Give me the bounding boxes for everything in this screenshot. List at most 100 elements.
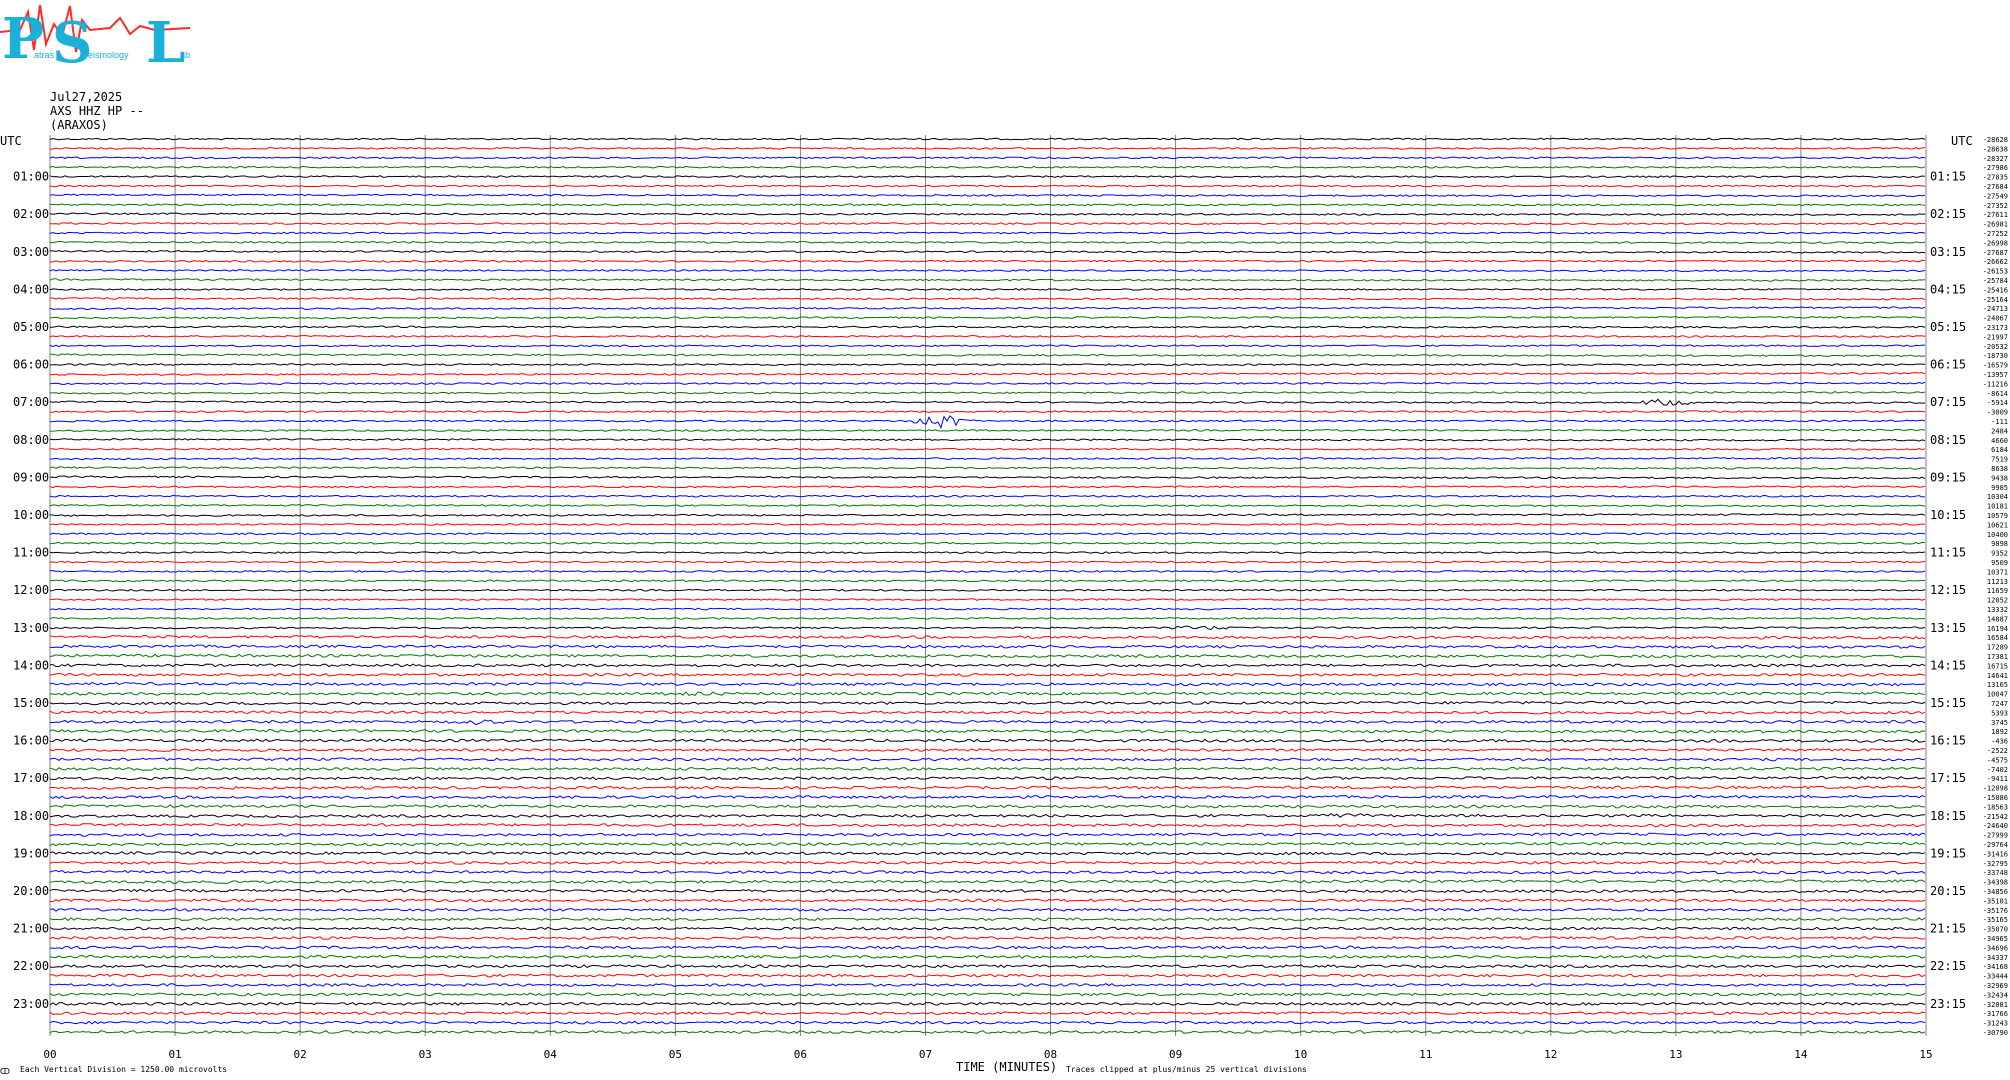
trace-row-11 [50, 240, 1926, 244]
row-offset-label: -27999 [1983, 832, 2008, 840]
right-hour-label: 09:15 [1930, 470, 1966, 484]
row-offset-label: -9411 [1987, 775, 2008, 783]
footer-mark: ↀ [0, 1067, 10, 1076]
left-hour-label: 03:00 [13, 245, 49, 259]
trace-row-66 [49, 757, 1926, 762]
row-offset-label: -24713 [1983, 305, 2008, 313]
row-offset-label: -29764 [1983, 841, 2008, 849]
left-hour-label: 20:00 [13, 884, 49, 898]
trace-row-89 [49, 973, 1926, 978]
trace-row-14 [49, 269, 1926, 273]
trace-row-72 [49, 812, 1926, 818]
row-offset-label: 1892 [1991, 728, 2008, 736]
row-offset-label: -436 [1991, 738, 2008, 746]
row-offset-label: -31766 [1983, 1010, 2008, 1018]
row-offset-label: -27549 [1983, 192, 2008, 200]
right-hour-label: 23:15 [1930, 997, 1966, 1011]
logo-word-1: atras [34, 50, 55, 60]
row-offset-label: -27611 [1983, 211, 2008, 219]
row-offset-label: 10621 [1987, 521, 2008, 529]
x-tick-label: 00 [43, 1048, 56, 1061]
right-hour-label: 21:15 [1930, 922, 1966, 936]
trace-row-29 [49, 410, 1926, 413]
row-offset-label: -23173 [1983, 324, 2008, 332]
row-offset-label: -33748 [1983, 869, 2008, 877]
row-offset-label: -28327 [1983, 155, 2008, 163]
x-tick-label: 05 [669, 1048, 682, 1061]
left-hour-label: 04:00 [13, 282, 49, 296]
trace-row-71 [49, 804, 1926, 809]
trace-row-16 [49, 287, 1926, 291]
row-offset-label: 16194 [1987, 625, 2008, 633]
trace-row-55 [49, 653, 1926, 659]
row-offset-label: -32434 [1983, 991, 2008, 999]
row-offset-label: 6184 [1991, 446, 2008, 454]
row-offset-label: -25416 [1983, 286, 2008, 294]
trace-row-35 [49, 466, 1926, 470]
trace-row-26 [49, 381, 1926, 385]
trace-row-93 [49, 1011, 1926, 1016]
row-offset-label: 5393 [1991, 709, 2008, 717]
trace-row-20 [49, 325, 1926, 329]
trace-row-47 [49, 579, 1926, 583]
trace-row-27 [49, 391, 1926, 395]
header-station: AXS HHZ HP -- [50, 104, 144, 118]
trace-row-45 [49, 560, 1926, 564]
row-offset-label: -24640 [1983, 822, 2008, 830]
left-hour-label: 16:00 [13, 734, 49, 748]
trace-row-61 [49, 710, 1926, 715]
row-offset-label: -30790 [1983, 1029, 2008, 1037]
row-offset-label: -4575 [1987, 756, 2008, 764]
trace-row-22 [49, 344, 1926, 348]
trace-row-94 [49, 1020, 1926, 1025]
left-axis-title: UTC [0, 134, 22, 148]
row-offset-label: -34856 [1983, 888, 2008, 896]
right-hour-label: 22:15 [1930, 959, 1966, 973]
trace-row-54 [49, 644, 1926, 649]
left-hour-label: 09:00 [13, 470, 49, 484]
left-hour-label: 12:00 [13, 583, 49, 597]
row-offset-label: -27835 [1983, 174, 2008, 182]
x-tick-label: 15 [1919, 1048, 1932, 1061]
row-offset-label: -31416 [1983, 850, 2008, 858]
row-offset-label: 2484 [1991, 427, 2008, 435]
row-offset-label: -34168 [1983, 963, 2008, 971]
row-offset-label: -34398 [1983, 879, 2008, 887]
trace-row-58 [49, 681, 1926, 687]
trace-row-32 [49, 437, 1926, 442]
logo-letter-p: P [2, 6, 44, 72]
left-hour-label: 06:00 [13, 358, 49, 372]
trace-row-2 [49, 156, 1926, 160]
trace-row-25 [49, 372, 1926, 376]
row-offset-label: -13957 [1983, 371, 2008, 379]
seismic-traces [49, 137, 1926, 1034]
logo-word-2: eismology [88, 50, 129, 60]
left-hour-label: 11:00 [13, 546, 49, 560]
row-offset-label: -32969 [1983, 982, 2008, 990]
trace-row-74 [49, 832, 1926, 837]
right-hour-label: 06:15 [1930, 358, 1966, 372]
row-offset-label: 14641 [1987, 672, 2008, 680]
trace-row-75 [49, 841, 1926, 847]
left-hour-label: 07:00 [13, 395, 49, 409]
left-hour-label: 14:00 [13, 658, 49, 672]
trace-row-62 [49, 719, 1926, 726]
left-hour-labels: 01:00 02:00 03:00 04:00 05:00 06:00 07:00 08:00… [13, 170, 49, 1011]
trace-row-60 [49, 700, 1926, 706]
trace-row-85 [49, 936, 1926, 940]
row-offset-label: 7519 [1991, 456, 2008, 464]
trace-row-50 [49, 607, 1926, 611]
trace-row-21 [49, 334, 1926, 338]
clip-note: Traces clipped at plus/minus 25 vertical… [1066, 1065, 1307, 1074]
trace-row-19 [49, 315, 1926, 320]
x-tick-label: 03 [419, 1048, 432, 1061]
row-offset-label: -26662 [1983, 258, 2008, 266]
trace-row-30 [49, 415, 1926, 429]
x-tick-label: 01 [168, 1048, 181, 1061]
trace-row-69 [49, 785, 1926, 790]
row-offset-label: -24067 [1983, 315, 2008, 323]
row-offset-label: -35165 [1983, 916, 2008, 924]
row-offset-label: -28628 [1983, 136, 2008, 144]
row-offset-label: -27684 [1983, 183, 2008, 191]
trace-row-53 [49, 634, 1926, 640]
